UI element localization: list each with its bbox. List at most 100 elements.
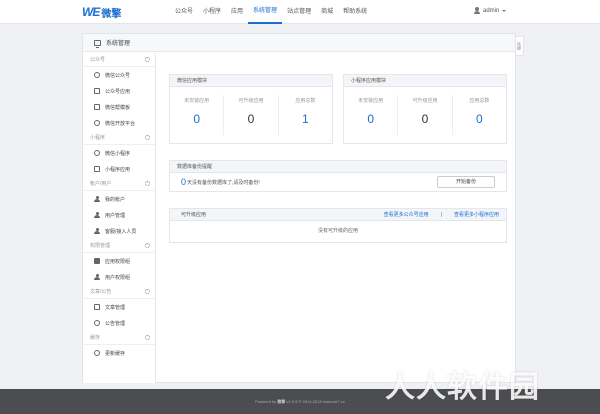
main-nav: 公众号 小程序 应用 系统管理 站点管理 商城 帮助系统 — [170, 0, 372, 24]
platform-icon — [94, 120, 100, 126]
stat-label: 可升级应用 — [238, 98, 264, 104]
user-name: admin — [483, 7, 500, 14]
nav-item-store[interactable]: 商城 — [316, 0, 338, 24]
gear-icon[interactable] — [145, 335, 150, 340]
stat-label: 应用总数 — [469, 98, 490, 104]
stat-value: 1 — [301, 112, 309, 126]
stat-value: 0 — [367, 112, 374, 126]
card-title: 微信应用模块 — [170, 75, 332, 87]
sidebar-item-label: 更新缓存 — [105, 350, 126, 357]
sidebar-item-label: 小程序应用 — [105, 166, 131, 173]
card-title: 可升级应用 — [181, 212, 207, 218]
stat-label: 未安装应用 — [358, 98, 384, 104]
nav-item-gzh[interactable]: 公众号 — [170, 0, 198, 24]
section-title: 小程序 — [90, 135, 106, 141]
footer-brand[interactable]: 微擎 — [277, 399, 285, 404]
sidebar-item-label: 用户权限组 — [105, 274, 131, 281]
group-icon — [94, 258, 100, 264]
sidebar-item-label: 应用权限组 — [105, 258, 131, 265]
refresh-icon — [94, 350, 100, 356]
upgradable-apps-card: 可升级应用 查看更多公众号应用 | 查看更多小程序应用 没有可升级的应用 — [169, 208, 507, 243]
sidebar-item-gzh-apps[interactable]: 公众号应用 — [83, 83, 155, 99]
stat-value: 0 — [193, 112, 200, 126]
footer-copyright: v1.5.9 © 2014-2015 www.we7.cc — [286, 399, 345, 404]
sidebar-item-miniapp-apps[interactable]: 小程序应用 — [83, 161, 155, 177]
logo[interactable]: WE 微擎 — [82, 5, 122, 20]
nav-item-system[interactable]: 系统管理 — [248, 0, 283, 24]
gear-icon[interactable] — [145, 243, 150, 248]
panel-title: 系统管理 — [106, 41, 131, 47]
backup-days-count: 0 — [181, 177, 187, 187]
sidebar-section-permissions: 权限管理 — [83, 239, 155, 253]
nav-item-site[interactable]: 站点管理 — [282, 0, 316, 24]
user-icon — [94, 196, 100, 202]
section-title: 文章/公告 — [90, 289, 112, 295]
sidebar-section-miniapp: 小程序 — [83, 131, 155, 145]
link-separator: | — [440, 211, 442, 218]
sidebar-item-open-platform[interactable]: 微信开放平台 — [83, 115, 155, 131]
gear-icon[interactable] — [145, 135, 150, 140]
sidebar-section-accounts: 帐户/用户 — [83, 177, 155, 191]
sidebar-item-articles[interactable]: 文章管理 — [83, 299, 155, 315]
user-group-icon — [94, 274, 100, 280]
article-icon — [94, 304, 100, 310]
sidebar-item-wechat-account[interactable]: 微信公众号 — [83, 67, 155, 83]
stat-total[interactable]: 应用总数 1 — [279, 87, 332, 143]
start-backup-button[interactable]: 开始备份 — [437, 176, 495, 188]
card-title: 小程序应用模块 — [344, 75, 506, 87]
sidebar: 公众号 微信公众号 公众号应用 微信帮模板 微信开放平台 小程序 微信小程序 小… — [83, 53, 156, 383]
more-gzh-apps-link[interactable]: 查看更多公众号应用 — [384, 211, 429, 218]
nav-item-help[interactable]: 帮助系统 — [338, 0, 372, 24]
sidebar-item-app-groups[interactable]: 应用权限组 — [83, 253, 155, 269]
sidebar-item-label: 用户管理 — [105, 212, 126, 219]
sidebar-item-label: 微信帮模板 — [105, 104, 131, 111]
stat-label: 应用总数 — [295, 98, 316, 104]
empty-state-text: 没有可升级的应用 — [317, 228, 358, 234]
stat-uninstalled[interactable]: 未安装应用 0 — [344, 87, 397, 143]
stat-uninstalled[interactable]: 未安装应用 0 — [170, 87, 223, 143]
logo-text: 微擎 — [101, 8, 122, 20]
gear-icon[interactable] — [145, 181, 150, 186]
section-title: 缓存 — [90, 335, 101, 341]
sidebar-item-label: 微信公众号 — [105, 72, 131, 79]
nav-item-apps[interactable]: 应用 — [226, 0, 248, 24]
stat-upgradable[interactable]: 可升级应用 0 — [398, 87, 451, 143]
sidebar-item-label: 公告管理 — [105, 320, 126, 327]
backup-message: 没有备份数据库了,请及时备份! — [192, 179, 260, 186]
template-icon — [94, 104, 100, 110]
stat-upgradable[interactable]: 可升级应用 0 — [224, 87, 277, 143]
more-miniapp-apps-link[interactable]: 查看更多小程序应用 — [454, 211, 499, 218]
stat-label: 未安装应用 — [184, 98, 210, 104]
sidebar-item-wechat-miniapp[interactable]: 微信小程序 — [83, 145, 155, 161]
sidebar-item-label: 客服/接入人员 — [105, 228, 137, 235]
gear-icon[interactable] — [145, 57, 150, 62]
watermark: 人人软件园 — [385, 371, 540, 404]
sidebar-item-update-cache[interactable]: 更新缓存 — [83, 345, 155, 361]
sidebar-item-support-staff[interactable]: 客服/接入人员 — [83, 223, 155, 239]
sidebar-item-user-management[interactable]: 用户管理 — [83, 207, 155, 223]
monitor-icon — [94, 39, 101, 48]
quick-access-tab[interactable]: 快捷 — [516, 36, 524, 56]
notice-icon — [94, 320, 100, 326]
sidebar-item-my-account[interactable]: 我的帐户 — [83, 191, 155, 207]
stat-total[interactable]: 应用总数 0 — [453, 87, 506, 143]
miniapp-app-icon — [94, 166, 100, 172]
stat-value: 0 — [421, 112, 429, 126]
sidebar-item-notices[interactable]: 公告管理 — [83, 315, 155, 331]
section-title: 权限管理 — [90, 243, 111, 249]
stat-value: 0 — [475, 112, 483, 126]
top-bar: WE 微擎 公众号 小程序 应用 系统管理 站点管理 商城 帮助系统 admin — [0, 0, 600, 24]
sidebar-section-gzh: 公众号 — [83, 53, 155, 67]
gear-icon[interactable] — [145, 289, 150, 294]
app-icon — [94, 88, 100, 94]
panel-header: 系统管理 — [83, 34, 515, 52]
nav-item-miniapp[interactable]: 小程序 — [198, 0, 226, 24]
sidebar-item-label: 文章管理 — [105, 304, 126, 311]
sidebar-section-cache: 缓存 — [83, 331, 155, 345]
sidebar-item-label: 公众号应用 — [105, 88, 131, 95]
stat-value: 0 — [247, 112, 255, 126]
user-menu[interactable]: admin — [474, 7, 507, 14]
sidebar-item-templates[interactable]: 微信帮模板 — [83, 99, 155, 115]
sidebar-item-user-groups[interactable]: 用户权限组 — [83, 269, 155, 285]
users-icon — [94, 212, 100, 218]
